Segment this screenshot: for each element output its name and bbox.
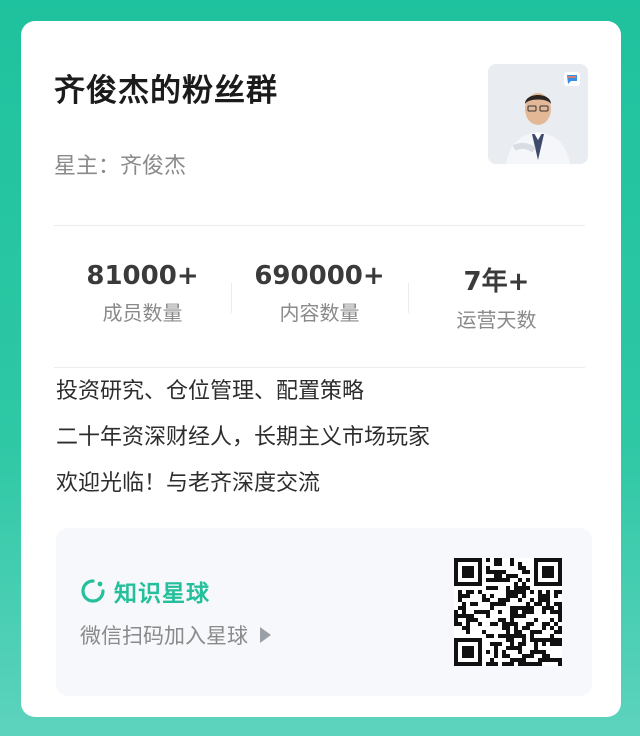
stat-value: 690000+ bbox=[254, 261, 385, 291]
stat-days: 7年+ 运营天数 bbox=[408, 253, 585, 333]
stat-label: 成员数量 bbox=[102, 301, 183, 325]
stat-members: 81000+ 成员数量 bbox=[54, 253, 231, 333]
group-card: 齐俊杰的粉丝群 星主：齐俊杰 81000+ 成员数量 690000+ 内容数量 bbox=[21, 21, 621, 717]
stat-value: 81000+ bbox=[86, 261, 199, 291]
avatar-portrait bbox=[488, 64, 588, 164]
description-line: 欢迎光临！与老齐深度交流 bbox=[56, 471, 321, 496]
join-cta[interactable]: 微信扫码加入星球 bbox=[80, 620, 271, 650]
join-cta-label: 微信扫码加入星球 bbox=[80, 624, 248, 648]
join-promo-panel[interactable]: 知识星球 微信扫码加入星球 bbox=[56, 528, 592, 696]
group-description: 投资研究、仓位管理、配置策略 二十年资深财经人，长期主义市场玩家 欢迎光临！与老… bbox=[56, 376, 430, 514]
owner-avatar[interactable] bbox=[488, 64, 588, 164]
group-owner: 星主：齐俊杰 bbox=[54, 154, 187, 179]
divider-bottom bbox=[54, 367, 585, 368]
stat-label: 内容数量 bbox=[279, 301, 360, 325]
stat-label: 运营天数 bbox=[456, 308, 537, 332]
description-line: 二十年资深财经人，长期主义市场玩家 bbox=[56, 425, 431, 450]
brand: 知识星球 bbox=[80, 574, 210, 608]
planet-logo-icon bbox=[81, 579, 105, 603]
brand-name: 知识星球 bbox=[114, 581, 210, 607]
description-line: 投资研究、仓位管理、配置策略 bbox=[56, 379, 365, 404]
divider-top bbox=[54, 225, 585, 226]
group-title: 齐俊杰的粉丝群 bbox=[54, 73, 278, 109]
play-arrow-icon bbox=[260, 627, 271, 643]
qr-code[interactable] bbox=[454, 558, 562, 666]
stats-row: 81000+ 成员数量 690000+ 内容数量 7年+ 运营天数 bbox=[54, 253, 585, 333]
stat-value: 7年+ bbox=[463, 267, 530, 297]
stat-content: 690000+ 内容数量 bbox=[231, 253, 408, 333]
